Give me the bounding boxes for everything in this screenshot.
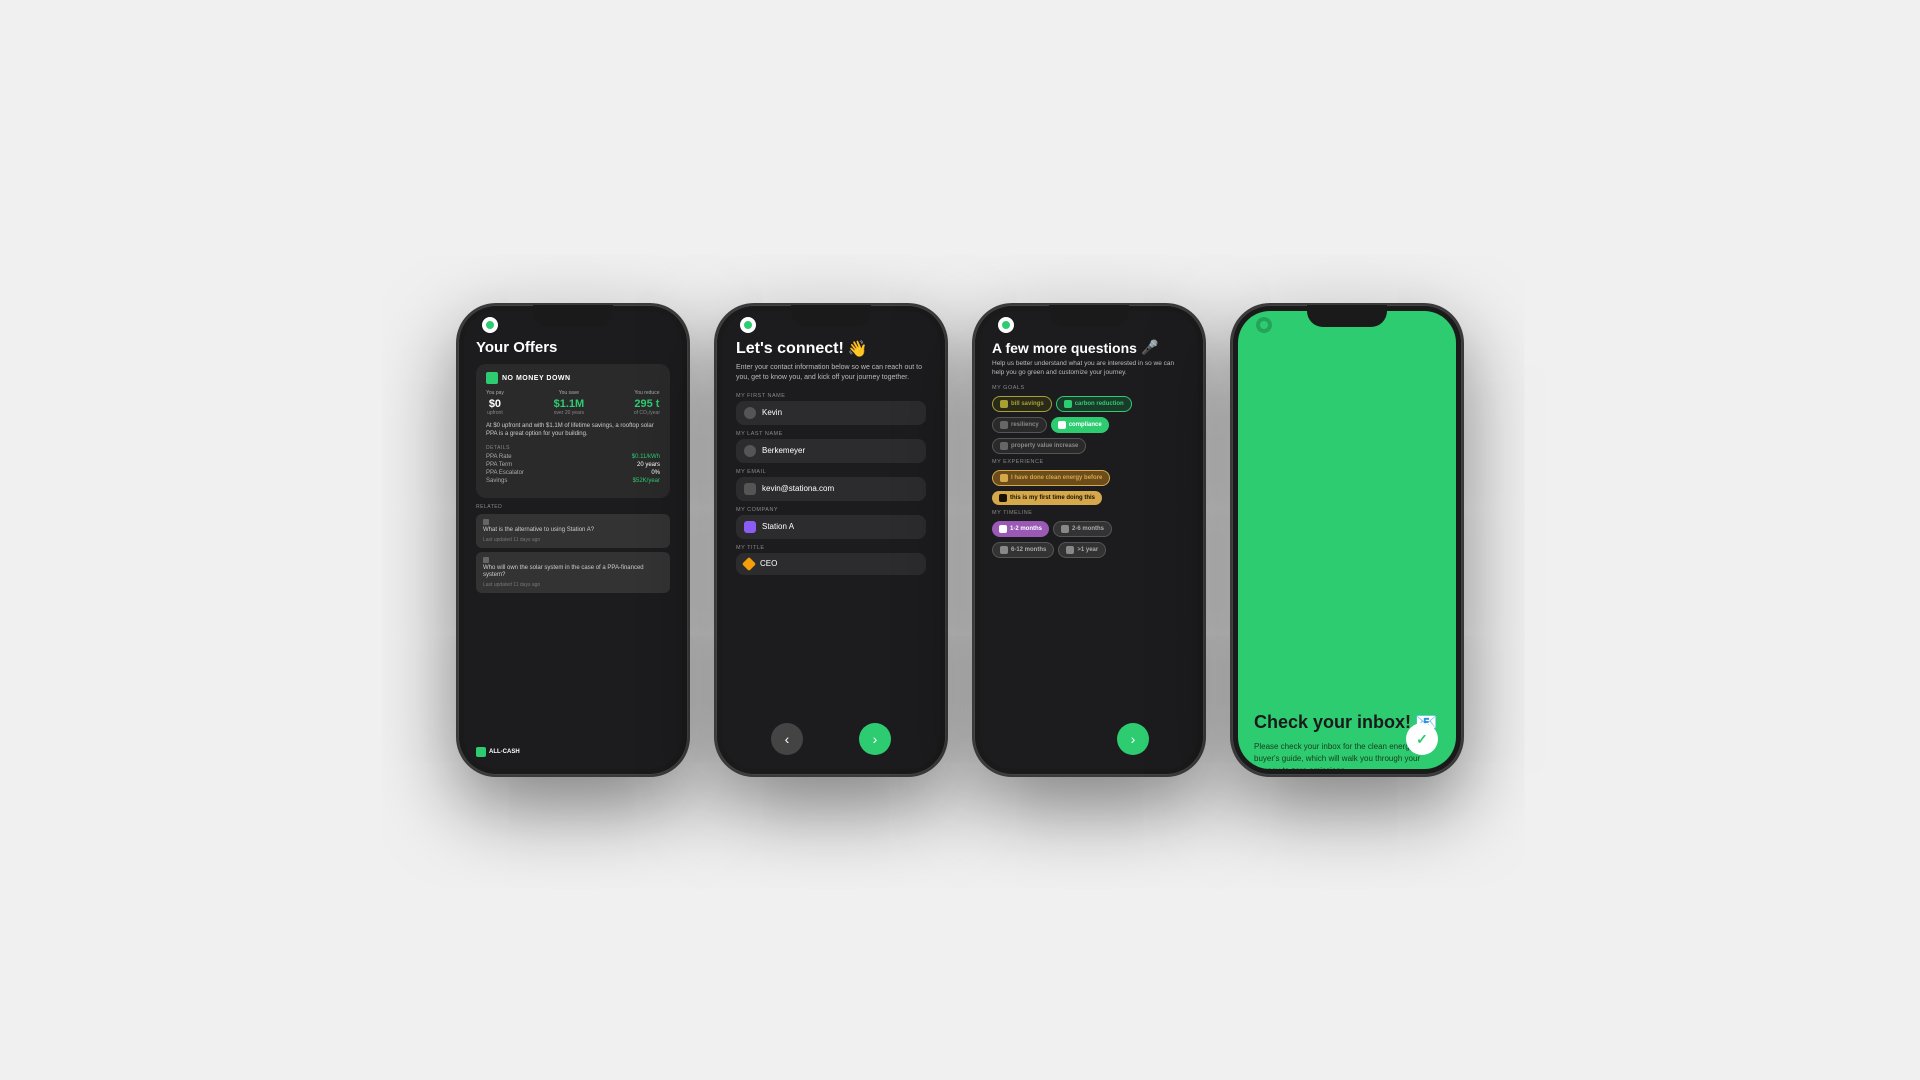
app-logo-4 — [1256, 317, 1272, 333]
tag-done-before[interactable]: I have done clean energy before — [992, 470, 1110, 486]
you-save-metric: You save $1.1M over 20 years — [554, 390, 585, 416]
you-pay-metric: You pay $0 upfront — [486, 390, 504, 416]
phone-2-content: Let's connect! 👋 Enter your contact info… — [722, 339, 940, 581]
status-bar-1 — [464, 311, 682, 339]
metrics-row: You pay $0 upfront You save $1.1M over 2… — [486, 390, 660, 416]
app-logo-2 — [740, 317, 756, 333]
phone-4: Check your inbox! 📧 Please check your in… — [1232, 305, 1462, 775]
title-field: MY TITLE CEO — [736, 545, 926, 575]
status-bar-3 — [980, 311, 1198, 339]
last-name-field: MY LAST NAME Berkemeyer — [736, 431, 926, 463]
check-button[interactable]: ✓ — [1406, 723, 1438, 755]
tag-first-time[interactable]: this is my first time doing this — [992, 491, 1102, 505]
last-name-input[interactable]: Berkemeyer — [736, 439, 926, 463]
offer-card-ppa: NO MONEY DOWN You pay $0 upfront You sav… — [476, 364, 670, 498]
experience-tags: I have done clean energy before — [992, 470, 1186, 486]
status-bar-4 — [1238, 311, 1456, 339]
phones-container: Your Offers NO MONEY DOWN You pay $0 upf… — [458, 305, 1462, 775]
you-reduce-metric: You reduce 295 t of CO₂/year — [634, 390, 660, 416]
email-input[interactable]: kevin@stationa.com — [736, 477, 926, 501]
tag-property-value[interactable]: property value increase — [992, 438, 1086, 454]
timeline-tags-2: 6-12 months >1 year — [992, 542, 1186, 558]
phone-3-content: A few more questions 🎤 Help us better un… — [980, 339, 1198, 563]
app-logo-3 — [998, 317, 1014, 333]
details-section: DETAILS PPA Rate $0.11/kWh PPA Term 20 y… — [486, 445, 660, 484]
status-bar-2 — [722, 311, 940, 339]
person-icon — [744, 407, 756, 419]
first-name-input[interactable]: Kevin — [736, 401, 926, 425]
tag-resiliency[interactable]: resiliency — [992, 417, 1047, 433]
next-button-3[interactable]: › — [1117, 723, 1149, 755]
phone-2: Let's connect! 👋 Enter your contact info… — [716, 305, 946, 775]
timeline-tags: 1-2 months 2-6 months — [992, 521, 1186, 537]
related-card-2[interactable]: Who will own the solar system in the cas… — [476, 552, 670, 594]
phone-1-footer: ALL-CASH — [464, 743, 682, 761]
questions-title: A few more questions 🎤 — [992, 339, 1186, 356]
badge-text: NO MONEY DOWN — [502, 375, 571, 382]
next-button[interactable]: › — [859, 723, 891, 755]
phone-2-screen: Let's connect! 👋 Enter your contact info… — [722, 311, 940, 769]
company-icon — [744, 521, 756, 533]
person-icon-2 — [744, 445, 756, 457]
tag-6-12-months[interactable]: 6-12 months — [992, 542, 1054, 558]
tag-carbon-reduction[interactable]: carbon reduction — [1056, 396, 1132, 412]
prev-button[interactable]: ‹ — [771, 723, 803, 755]
first-name-field: MY FIRST NAME Kevin — [736, 393, 926, 425]
app-logo-1 — [482, 317, 498, 333]
related-card-1[interactable]: What is the alternative to using Station… — [476, 514, 670, 548]
email-icon — [744, 483, 756, 495]
related-section: RELATED What is the alternative to using… — [476, 504, 670, 593]
no-money-badge: NO MONEY DOWN — [486, 372, 660, 384]
phone-1-screen: Your Offers NO MONEY DOWN You pay $0 upf… — [464, 311, 682, 769]
email-field: MY EMAIL kevin@stationa.com — [736, 469, 926, 501]
title-icon — [742, 557, 756, 571]
phone-1-content: Your Offers NO MONEY DOWN You pay $0 upf… — [464, 339, 682, 769]
phone-3-screen: A few more questions 🎤 Help us better un… — [980, 311, 1198, 769]
phone-1: Your Offers NO MONEY DOWN You pay $0 upf… — [458, 305, 688, 775]
goals-tags-2: resiliency compliance — [992, 417, 1186, 433]
goals-tags-3: property value increase — [992, 438, 1186, 454]
tag-1-year[interactable]: >1 year — [1058, 542, 1106, 558]
title-input[interactable]: CEO — [736, 553, 926, 575]
phone-3: A few more questions 🎤 Help us better un… — [974, 305, 1204, 775]
tag-1-2-months[interactable]: 1-2 months — [992, 521, 1049, 537]
tag-bill-savings[interactable]: bill savings — [992, 396, 1052, 412]
all-cash-badge: ALL-CASH — [476, 747, 670, 757]
goals-tags: bill savings carbon reduction — [992, 396, 1186, 412]
phone-4-content: Check your inbox! 📧 Please check your in… — [1238, 339, 1456, 769]
offers-title: Your Offers — [476, 339, 670, 356]
company-input[interactable]: Station A — [736, 515, 926, 539]
company-field: MY COMPANY Station A — [736, 507, 926, 539]
badge-icon — [486, 372, 498, 384]
connect-title: Let's connect! 👋 — [736, 339, 926, 359]
tag-compliance[interactable]: compliance — [1051, 417, 1109, 433]
phone-4-screen: Check your inbox! 📧 Please check your in… — [1238, 311, 1456, 769]
tag-2-6-months[interactable]: 2-6 months — [1053, 521, 1112, 537]
experience-tags-2: this is my first time doing this — [992, 491, 1186, 505]
